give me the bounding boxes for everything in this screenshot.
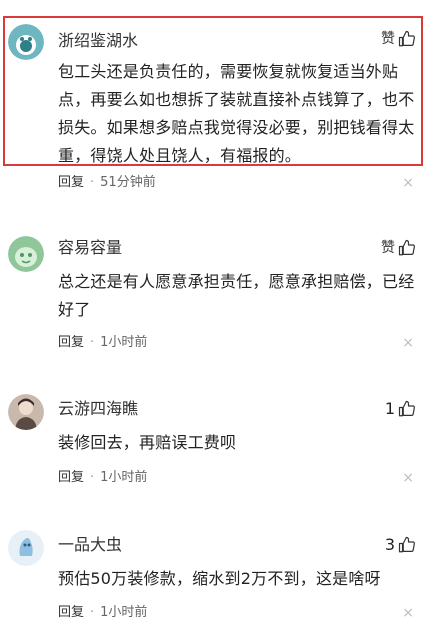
comment-text: 包工头还是负责任的，需要恢复就恢复适当外贴点，再要么如也想拆了装就直接补点钱算了… — [58, 62, 415, 165]
like-count: 3 — [384, 535, 395, 554]
comment-meta: 回复 · 1小时前 — [58, 334, 147, 352]
like-button[interactable]: 1 — [385, 399, 416, 419]
separator-dot: · — [90, 605, 95, 620]
avatar[interactable] — [8, 394, 44, 430]
avatar-image — [8, 24, 44, 60]
close-icon[interactable]: × — [402, 469, 414, 487]
timestamp: 1小时前 — [100, 470, 148, 485]
thumbs-up-icon — [398, 536, 415, 553]
thumbs-up-icon — [398, 239, 415, 256]
comment-meta: 回复 · 51分钟前 — [58, 174, 156, 192]
close-icon[interactable]: × — [402, 604, 414, 622]
timestamp: 51分钟前 — [100, 175, 156, 190]
close-icon[interactable]: × — [402, 174, 414, 192]
separator-dot: · — [90, 335, 95, 350]
timestamp: 1小时前 — [100, 605, 148, 620]
avatar[interactable] — [8, 236, 44, 272]
like-button[interactable]: 赞 — [381, 238, 416, 258]
close-icon[interactable]: × — [402, 334, 414, 352]
separator-dot: · — [90, 175, 95, 190]
avatar[interactable] — [8, 24, 44, 60]
comment-meta: 回复 · 1小时前 — [58, 604, 147, 622]
like-label: 赞 — [381, 31, 395, 47]
username[interactable]: 容易容量 — [58, 238, 122, 258]
avatar-image — [8, 530, 44, 566]
thumbs-up-icon — [398, 400, 415, 417]
reply-button[interactable]: 回复 — [58, 604, 84, 622]
avatar-image — [8, 394, 44, 430]
comment-text: 装修回去，再赔误工费呗 — [58, 433, 237, 452]
comment-text: 预估50万装修款，缩水到2万不到，这是啥呀 — [58, 569, 381, 588]
reply-button[interactable]: 回复 — [58, 469, 84, 487]
reply-button[interactable]: 回复 — [58, 334, 84, 352]
comment-meta: 回复 · 1小时前 — [58, 469, 147, 487]
avatar[interactable] — [8, 530, 44, 566]
like-button[interactable]: 赞 — [381, 29, 416, 49]
like-label: 赞 — [381, 240, 395, 256]
avatar-image — [8, 236, 44, 272]
timestamp: 1小时前 — [100, 335, 148, 350]
like-button[interactable]: 3 — [385, 535, 416, 555]
like-count: 1 — [384, 399, 395, 418]
username[interactable]: 云游四海瞧 — [58, 399, 138, 419]
username[interactable]: 浙绍鉴湖水 — [58, 31, 138, 51]
reply-button[interactable]: 回复 — [58, 174, 84, 192]
separator-dot: · — [90, 470, 95, 485]
comment-text: 总之还是有人愿意承担责任，愿意承担赔偿，已经好了 — [58, 272, 415, 319]
thumbs-up-icon — [398, 30, 415, 47]
username[interactable]: 一品大虫 — [58, 535, 122, 555]
